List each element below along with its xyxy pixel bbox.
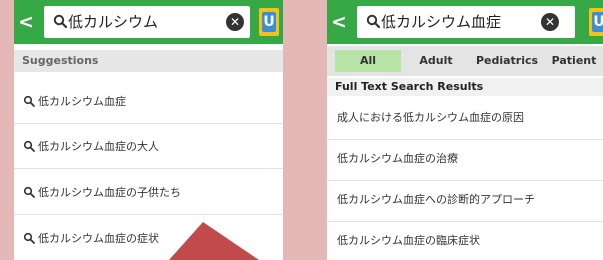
suggestion-item[interactable]: 低カルシウム血症 bbox=[14, 80, 283, 124]
clear-icon[interactable]: ✕ bbox=[226, 13, 244, 31]
suggestion-label: 低カルシウム血症の大人 bbox=[38, 140, 159, 153]
result-label: 低カルシウム血症の臨床症状 bbox=[337, 234, 480, 247]
suggestion-label: 低カルシウム血症 bbox=[38, 95, 126, 108]
result-label: 低カルシウム血症の治療 bbox=[337, 152, 458, 165]
suggestion-item[interactable]: 低カルシウム血症の大人 bbox=[14, 125, 283, 169]
app-header: < 低カルシウム血症 ✕ U bbox=[327, 0, 603, 44]
tab-pediatrics[interactable]: Pediatrics bbox=[471, 50, 543, 72]
suggestion-label: 低カルシウム血症の症状 bbox=[38, 232, 159, 245]
suggestion-item[interactable]: 低カルシウム血症の子供たち bbox=[14, 171, 283, 215]
search-icon bbox=[23, 95, 35, 107]
results-header: Full Text Search Results bbox=[327, 78, 603, 96]
suggestion-label: 低カルシウム血症の子供たち bbox=[38, 186, 181, 199]
clear-icon[interactable]: ✕ bbox=[541, 13, 559, 31]
result-item[interactable]: 成人における低カルシウム血症の原因 bbox=[327, 96, 603, 140]
result-label: 成人における低カルシウム血症の原因 bbox=[337, 111, 524, 124]
search-icon bbox=[23, 232, 35, 244]
pointer-arrow-icon bbox=[169, 222, 259, 260]
logo-letter: U bbox=[263, 14, 275, 30]
suggestions-header: Suggestions bbox=[14, 50, 283, 72]
filter-tabs: All Adult Pediatrics Patient bbox=[327, 46, 603, 76]
tab-adult[interactable]: Adult bbox=[403, 50, 469, 72]
suggestions-screen: < 低カルシウム ✕ U Suggestions 低カルシウム血症 低カルシウム… bbox=[14, 0, 283, 260]
result-label: 低カルシウム血症への診断的アプローチ bbox=[337, 193, 535, 206]
search-field[interactable]: 低カルシウム ✕ bbox=[44, 6, 250, 38]
result-item[interactable]: 低カルシウム血症の治療 bbox=[327, 137, 603, 181]
search-icon bbox=[23, 186, 35, 198]
results-screen: < 低カルシウム血症 ✕ U All Adult Pediatrics Pati… bbox=[327, 0, 603, 260]
logo-letter: U bbox=[593, 14, 603, 30]
result-item[interactable]: 低カルシウム血症への診断的アプローチ bbox=[327, 178, 603, 222]
search-input[interactable]: 低カルシウム血症 bbox=[381, 6, 501, 38]
result-item[interactable]: 低カルシウム血症の臨床症状 bbox=[327, 219, 603, 260]
tab-patient[interactable]: Patient bbox=[545, 50, 603, 72]
back-icon[interactable]: < bbox=[18, 10, 34, 34]
search-icon bbox=[23, 140, 35, 152]
search-input[interactable]: 低カルシウム bbox=[68, 6, 158, 38]
app-header: < 低カルシウム ✕ U bbox=[14, 0, 283, 44]
tab-all[interactable]: All bbox=[335, 50, 401, 72]
uptodate-logo-icon[interactable]: U bbox=[259, 8, 279, 36]
back-icon[interactable]: < bbox=[331, 10, 347, 34]
uptodate-logo-icon[interactable]: U bbox=[589, 8, 603, 36]
search-field[interactable]: 低カルシウム血症 ✕ bbox=[357, 6, 575, 38]
